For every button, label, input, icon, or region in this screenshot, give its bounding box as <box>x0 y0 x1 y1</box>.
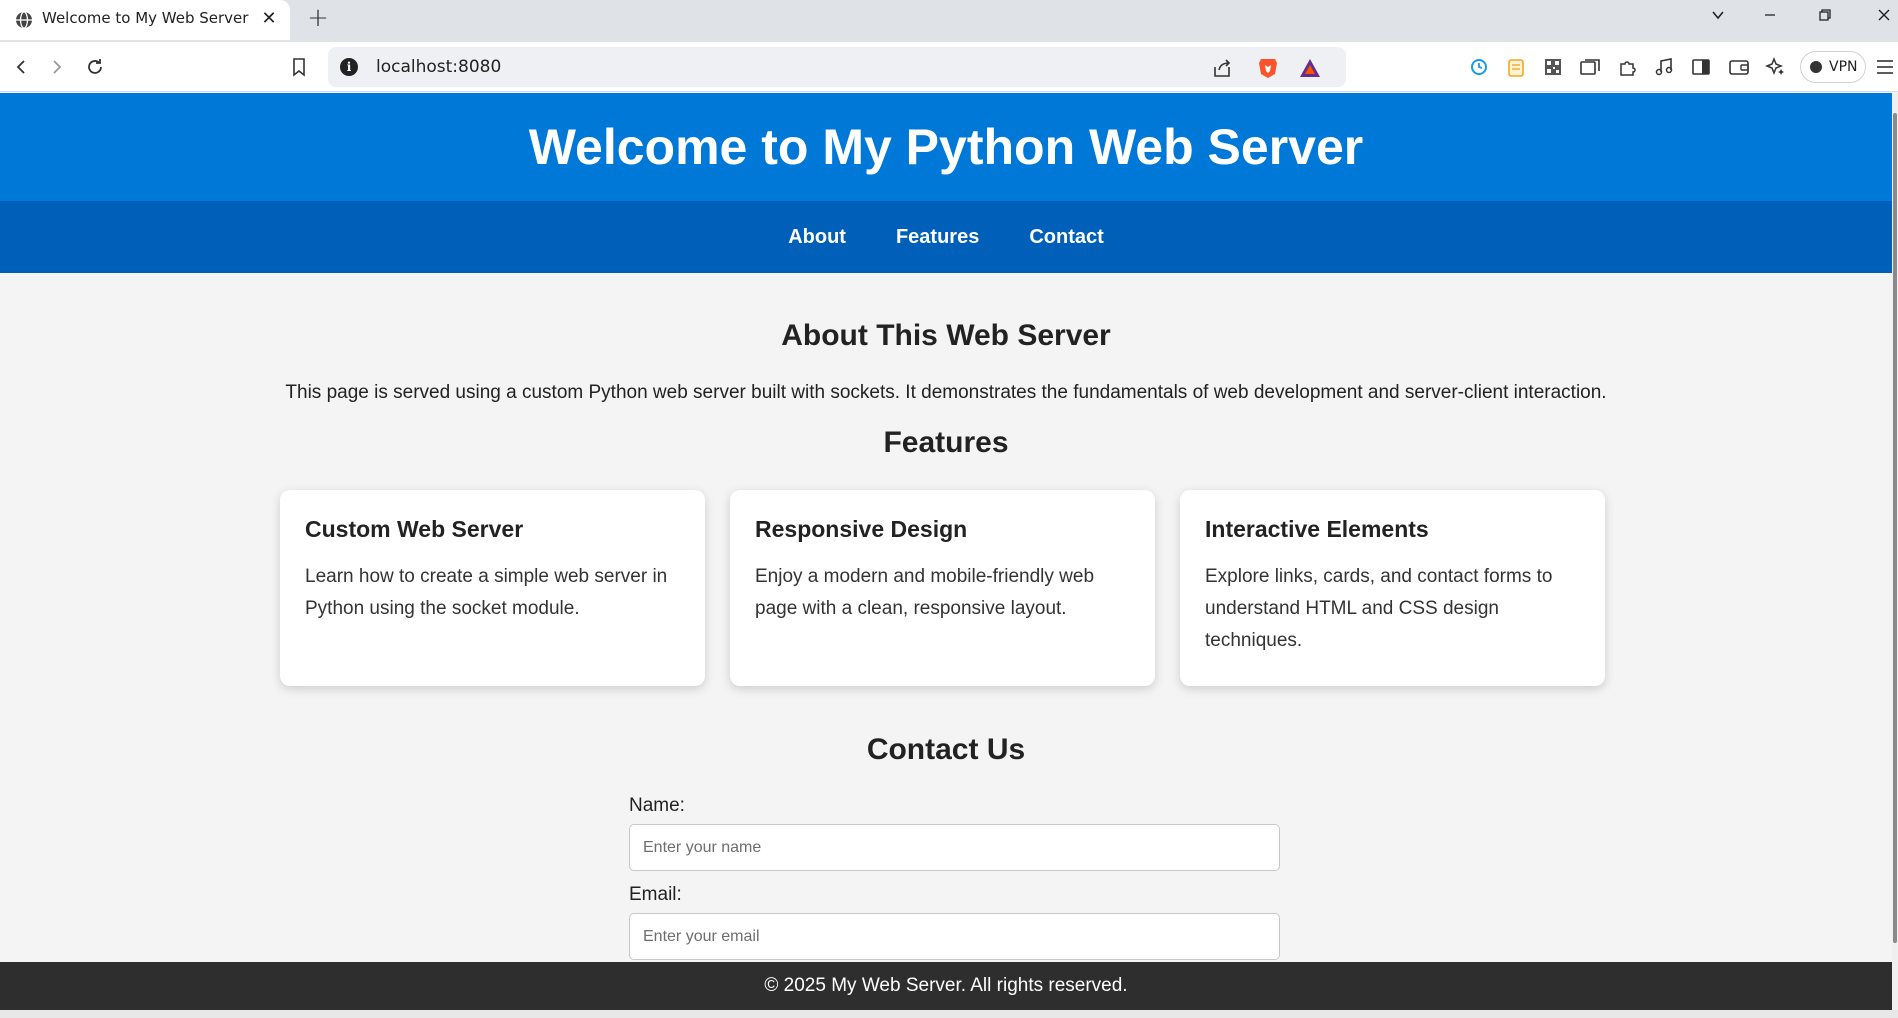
url-text[interactable]: localhost:8080 <box>376 47 501 87</box>
site-header: Welcome to My Python Web Server <box>0 93 1892 201</box>
browser-tab[interactable]: Welcome to My Web Server ✕ <box>0 0 290 40</box>
contact-heading: Contact Us <box>866 733 1026 766</box>
nav-link-features[interactable]: Features <box>896 201 979 273</box>
new-tab-button[interactable]: + <box>304 4 332 32</box>
extensions-icon[interactable] <box>1614 54 1640 80</box>
nav-link-contact[interactable]: Contact <box>1029 201 1103 273</box>
reload-icon[interactable] <box>80 52 110 82</box>
vpn-button[interactable]: VPN <box>1800 51 1866 83</box>
sidebar-icon[interactable] <box>1688 54 1714 80</box>
close-icon[interactable]: ✕ <box>258 8 280 30</box>
feature-card-title: Custom Web Server <box>305 516 524 542</box>
name-label: Name: <box>629 795 685 816</box>
window-bottom-edge <box>0 1010 1898 1018</box>
about-heading: About This Web Server <box>781 319 1111 352</box>
media-icon[interactable] <box>1651 54 1677 80</box>
menu-icon[interactable] <box>1874 54 1896 80</box>
minimize-icon[interactable] <box>1750 0 1790 34</box>
page-title: Welcome to My Python Web Server <box>528 119 1364 175</box>
email-label: Email: <box>629 884 682 905</box>
features-heading: Features <box>883 426 1009 459</box>
feature-card-text: Enjoy a modern and mobile-friendly web p… <box>755 566 1095 619</box>
globe-icon <box>14 10 34 30</box>
vpn-status-icon <box>1810 61 1822 73</box>
feature-card: Custom Web Server Learn how to create a … <box>280 490 705 686</box>
feature-card-text: Learn how to create a simple web server … <box>305 566 668 619</box>
info-icon[interactable]: i <box>340 58 358 76</box>
tab-group-icon[interactable] <box>1577 54 1603 80</box>
brave-rewards-icon[interactable] <box>1298 56 1322 80</box>
about-paragraph: This page is served using a custom Pytho… <box>285 382 1607 403</box>
feature-card-title: Responsive Design <box>755 516 968 542</box>
feature-card-text: Explore links, cards, and contact forms … <box>1205 566 1553 651</box>
chevron-down-icon[interactable] <box>1698 0 1738 34</box>
leo-ai-icon[interactable] <box>1763 54 1789 80</box>
bookmark-icon[interactable] <box>284 52 314 82</box>
site-footer: © 2025 My Web Server. All rights reserve… <box>0 962 1892 1010</box>
feature-card: Interactive Elements Explore links, card… <box>1180 490 1605 686</box>
window-close-icon[interactable] <box>1864 0 1898 34</box>
qr-code-icon[interactable] <box>1540 54 1566 80</box>
page-scrollbar[interactable] <box>1892 93 1898 1018</box>
back-icon[interactable] <box>6 52 36 82</box>
site-nav: About Features Contact <box>0 201 1892 273</box>
tab-title: Welcome to My Web Server <box>42 9 249 27</box>
brave-shield-icon[interactable] <box>1256 56 1280 80</box>
address-bar[interactable]: i localhost:8080 <box>328 47 1346 87</box>
scrollbar-thumb[interactable] <box>1893 113 1897 943</box>
share-icon[interactable] <box>1210 56 1234 80</box>
timer-icon[interactable] <box>1466 54 1492 80</box>
nav-link-about[interactable]: About <box>788 201 846 273</box>
wallet-icon[interactable] <box>1726 54 1752 80</box>
forward-icon[interactable] <box>42 52 72 82</box>
notes-icon[interactable] <box>1503 54 1529 80</box>
browser-toolbar: i localhost:8080 VPN <box>0 42 1898 92</box>
feature-card: Responsive Design Enjoy a modern and mob… <box>730 490 1155 686</box>
restore-icon[interactable] <box>1805 0 1845 34</box>
vpn-label: VPN <box>1829 59 1858 75</box>
page-viewport: Welcome to My Python Web Server About Fe… <box>0 93 1892 1018</box>
email-field[interactable] <box>629 913 1280 960</box>
feature-card-title: Interactive Elements <box>1205 516 1429 542</box>
name-field[interactable] <box>629 824 1280 871</box>
tab-strip: Welcome to My Web Server ✕ + <box>0 0 1898 42</box>
